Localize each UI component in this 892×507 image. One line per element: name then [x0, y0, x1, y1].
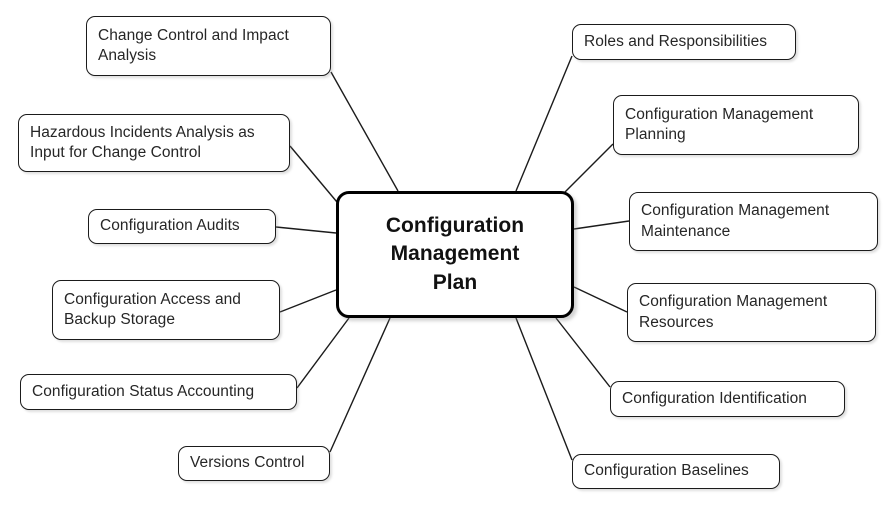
node-label-change-control-and-impact-analysis: Change Control and Impact Analysis	[98, 26, 289, 64]
node-configuration-management-resources[interactable]: Configuration Management Resources	[627, 283, 876, 342]
node-versions-control[interactable]: Versions Control	[178, 446, 330, 481]
link-roles-and-responsibilities	[515, 55, 573, 192]
node-label-configuration-audits: Configuration Audits	[100, 217, 240, 235]
node-change-control-and-impact-analysis[interactable]: Change Control and Impact Analysis	[86, 16, 331, 76]
link-configuration-status-accounting	[296, 317, 350, 389]
node-label-hazardous-incidents-analysis-as-input-for-change-control: Hazardous Incidents Analysis as Input fo…	[30, 123, 255, 161]
diagram-canvas: Change Control and Impact Analysis Hazard…	[0, 0, 892, 507]
node-label-configuration-access-and-backup-storage: Configuration Access and Backup Storage	[64, 290, 241, 328]
link-hazardous-incidents-analysis	[289, 145, 343, 209]
node-label-configuration-management-resources: Configuration Management Resources	[639, 293, 828, 331]
node-label-configuration-status-accounting: Configuration Status Accounting	[32, 382, 255, 400]
node-configuration-audits[interactable]: Configuration Audits	[88, 209, 276, 244]
node-label-versions-control: Versions Control	[190, 454, 305, 472]
node-label-configuration-management-maintenance: Configuration Management Maintenance	[641, 202, 830, 240]
link-configuration-audits	[275, 226, 337, 234]
link-change-control-and-impact-analysis	[330, 71, 399, 192]
link-configuration-baselines	[515, 317, 573, 461]
node-configuration-access-and-backup-storage[interactable]: Configuration Access and Backup Storage	[52, 280, 280, 340]
node-label-configuration-baselines: Configuration Baselines	[584, 462, 749, 480]
node-configuration-management-planning[interactable]: Configuration Management Planning	[613, 95, 859, 155]
link-configuration-access-and-backup-storage	[279, 289, 337, 313]
node-configuration-management-maintenance[interactable]: Configuration Management Maintenance	[629, 192, 878, 251]
link-configuration-management-maintenance	[573, 220, 630, 230]
node-label-configuration-identification: Configuration Identification	[622, 389, 807, 407]
node-roles-and-responsibilities[interactable]: Roles and Responsibilities	[572, 24, 796, 60]
node-label-roles-and-responsibilities: Roles and Responsibilities	[584, 32, 768, 50]
node-hazardous-incidents-analysis-as-input-for-change-control[interactable]: Hazardous Incidents Analysis as Input fo…	[18, 114, 290, 172]
link-configuration-management-resources	[573, 286, 628, 313]
node-configuration-baselines[interactable]: Configuration Baselines	[572, 454, 780, 489]
node-label-configuration-management-planning: Configuration Management Planning	[625, 105, 814, 143]
link-versions-control	[329, 317, 391, 453]
link-configuration-identification	[555, 317, 611, 388]
central-node-label: Configuration Management Plan	[385, 213, 525, 294]
central-node-configuration-management-plan[interactable]: Configuration Management Plan	[336, 191, 574, 318]
node-configuration-status-accounting[interactable]: Configuration Status Accounting	[20, 374, 297, 410]
link-configuration-management-planning	[560, 143, 614, 197]
node-configuration-identification[interactable]: Configuration Identification	[610, 381, 845, 417]
